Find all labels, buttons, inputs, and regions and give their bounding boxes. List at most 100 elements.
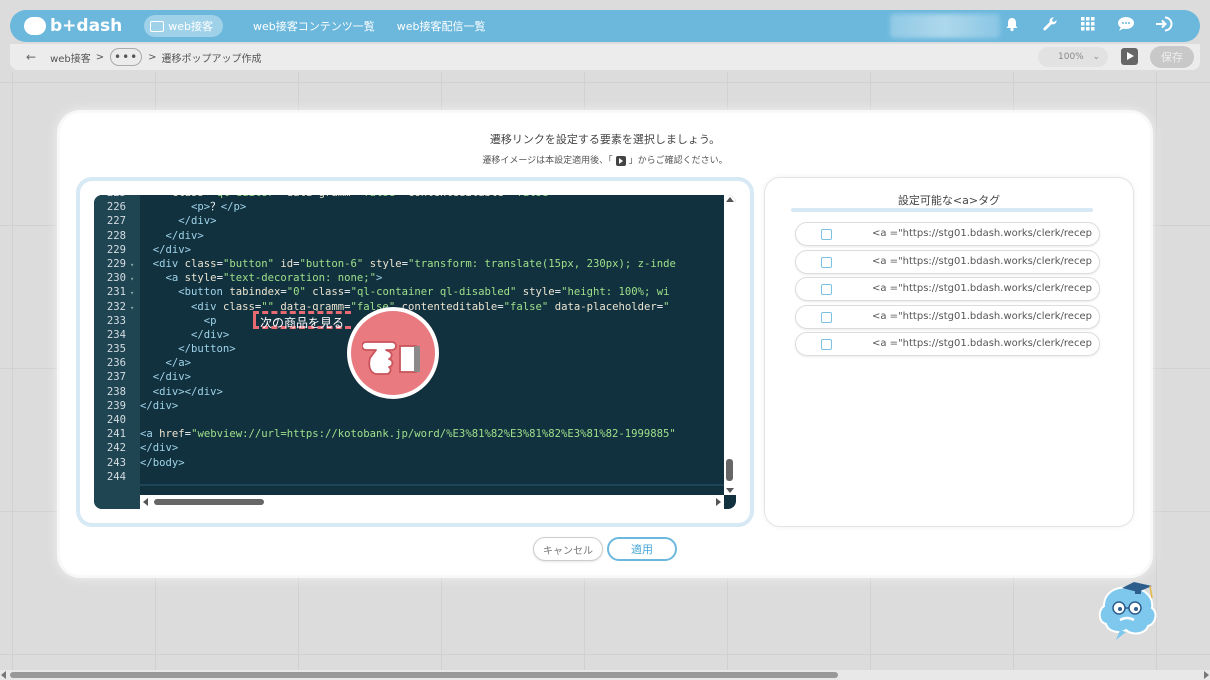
chat-icon[interactable] (1116, 16, 1136, 37)
code-text: <p (203, 314, 217, 327)
tag-text: <a ="https://stg01.bdash.works/clerk/rec… (872, 310, 1092, 322)
preview-play-button[interactable] (1121, 48, 1138, 65)
checkbox[interactable] (821, 256, 832, 268)
tag-list-item[interactable]: <a ="https://stg01.bdash.works/clerk/rec… (795, 277, 1100, 301)
code-line[interactable]: 242 </div> (94, 441, 724, 455)
nav-content-list[interactable]: web接客コンテンツ一覧 (253, 18, 375, 34)
scroll-thumb[interactable] (154, 499, 264, 505)
logo-bubble-icon (24, 17, 46, 35)
nav-delivery-list[interactable]: web接客配信一覧 (397, 18, 486, 34)
checkbox[interactable] (821, 229, 832, 240)
selectable-element-highlight[interactable]: 次の商品を見る (253, 311, 351, 330)
code-line[interactable]: 228 </div> (94, 229, 724, 243)
line-number: 234 (106, 328, 126, 341)
code-line[interactable]: 231 ▾ <button tabindex="0" class="ql-cont… (94, 285, 724, 299)
code-text: class="ql-editor" data-gramm="false" con… (140, 195, 555, 199)
code-line[interactable]: 241 <a href="webview://url=https://kotoba… (94, 427, 724, 441)
checkbox[interactable] (821, 339, 832, 350)
code-text: <p>？</p> (191, 201, 247, 214)
code-line[interactable]: 243 </body> (94, 456, 724, 470)
line-number: 228 (106, 229, 126, 242)
user-info-blurred (890, 14, 1000, 38)
fold-arrow-icon[interactable]: ▾ (130, 286, 140, 300)
breadcrumb-web-engagement[interactable]: web接客 (50, 50, 91, 65)
code-line[interactable]: 244 (94, 470, 724, 484)
scroll-down-icon[interactable] (726, 488, 734, 493)
fold-arrow-icon[interactable]: ▾ (130, 258, 140, 272)
zoom-select[interactable]: 100% ⌄ (1038, 47, 1108, 67)
scroll-thumb[interactable] (10, 672, 838, 678)
breadcrumb: ← web接客 > ••• > 遷移ポップアップ作成 100% ⌄ 保存 (10, 44, 1200, 70)
scroll-left-icon[interactable] (143, 498, 148, 506)
save-button[interactable]: 保存 (1150, 46, 1194, 68)
pointing-hand-icon (347, 307, 439, 399)
line-number: 229 (106, 257, 126, 270)
line-number: 233 (106, 314, 126, 327)
page-horizontal-scrollbar[interactable] (0, 670, 1210, 680)
breadcrumb-ellipsis-button[interactable]: ••• (110, 48, 143, 66)
tag-list-item[interactable]: <a ="https://stg01.bdash.works/clerk/rec… (795, 332, 1100, 356)
scroll-right-icon[interactable] (1204, 671, 1209, 679)
scroll-left-icon[interactable] (1, 671, 6, 679)
wrench-icon[interactable] (1040, 16, 1060, 37)
code-line[interactable]: 226 <p>？</p> (94, 200, 724, 214)
logout-icon[interactable] (1154, 16, 1174, 37)
code-text: <a style="text-decoration: none;"> (165, 272, 383, 285)
tag-list-item[interactable]: <a ="https://stg01.bdash.works/clerk/rec… (795, 222, 1100, 246)
fold-arrow-icon[interactable]: ▾ (130, 301, 140, 315)
bell-icon[interactable] (1002, 16, 1022, 37)
line-number: 230 (106, 272, 126, 285)
vertical-scrollbar[interactable] (724, 195, 736, 495)
line-number: 227 (106, 215, 126, 228)
line-number: 237 (106, 371, 126, 384)
code-text: </button> (178, 343, 236, 356)
fold-arrow-icon[interactable]: ▾ (130, 272, 140, 286)
nav-web-engagement-label: web接客 (168, 20, 214, 33)
code-editor[interactable]: 225 class="ql-editor" data-gramm="false"… (94, 195, 736, 509)
modal-title: 遷移リンクを設定する要素を選択しましょう。 (489, 133, 721, 146)
horizontal-scrollbar[interactable] (140, 495, 724, 509)
tag-list-item[interactable]: <a ="https://stg01.bdash.works/clerk/rec… (795, 249, 1100, 274)
line-number: 242 (106, 442, 126, 455)
link-setting-modal: 遷移リンクを設定する要素を選択しましょう。 遷移イメージは本設定適用後、「 」から… (60, 113, 1150, 575)
grid-icon[interactable] (1078, 16, 1098, 37)
line-number: 226 (106, 201, 126, 214)
code-line[interactable]: 227 </div> (94, 214, 724, 228)
apply-button[interactable]: 適用 (607, 537, 677, 561)
line-number: 245 (94, 484, 130, 486)
code-line[interactable]: 239 </div> (94, 399, 724, 413)
tag-panel-title: 設定可能な<a>タグ (897, 194, 1001, 207)
code-line[interactable]: 229 ▾ <div class="button" id="button-6" s… (94, 257, 724, 271)
modal-subtitle: 遷移イメージは本設定適用後、「 」からご確認ください。 (60, 153, 1150, 166)
scroll-thumb[interactable] (726, 459, 733, 481)
checkbox[interactable] (821, 311, 832, 323)
code-line[interactable]: 229 </div> (94, 243, 724, 257)
code-line[interactable]: 230 ▾ <a style="text-decoration: none;"> (94, 271, 724, 285)
logo-text: b+dash (50, 16, 123, 36)
checkbox[interactable] (821, 284, 832, 295)
back-arrow-icon[interactable]: ← (26, 50, 36, 64)
code-text: </div> (191, 328, 230, 341)
zoom-value: 100% (1058, 52, 1084, 62)
nav-web-engagement[interactable]: web接客 (144, 15, 224, 37)
code-line[interactable]: 240 (94, 413, 724, 427)
mascot-assistant-icon[interactable] (1094, 578, 1162, 644)
tag-panel-divider (791, 208, 1093, 212)
cancel-button[interactable]: キャンセル (533, 537, 603, 561)
code-editor-frame: 225 class="ql-editor" data-gramm="false"… (76, 177, 754, 527)
code-text: <a href="webview://url=https://kotobank.… (140, 428, 676, 441)
code-text: <div></div> (152, 385, 223, 398)
code-line[interactable]: 245 </html> (94, 483, 724, 486)
app-logo[interactable]: b+dash (24, 16, 122, 36)
code-text: </div> (178, 215, 217, 228)
tag-list-item[interactable]: <a ="https://stg01.bdash.works/clerk/rec… (795, 304, 1100, 329)
code-text: </div> (152, 371, 192, 384)
line-number: 240 (106, 414, 126, 426)
scroll-right-icon[interactable] (716, 498, 721, 506)
scroll-up-icon[interactable] (726, 197, 734, 202)
code-text: </div> (165, 229, 204, 242)
code-text: <button tabindex="0" class="ql-container… (178, 286, 670, 299)
line-number: 239 (106, 399, 126, 412)
top-navigation-bar: b+dash web接客 web接客コンテンツ一覧 web接客配信一覧 (10, 10, 1200, 42)
code-text: </div> (152, 243, 192, 256)
